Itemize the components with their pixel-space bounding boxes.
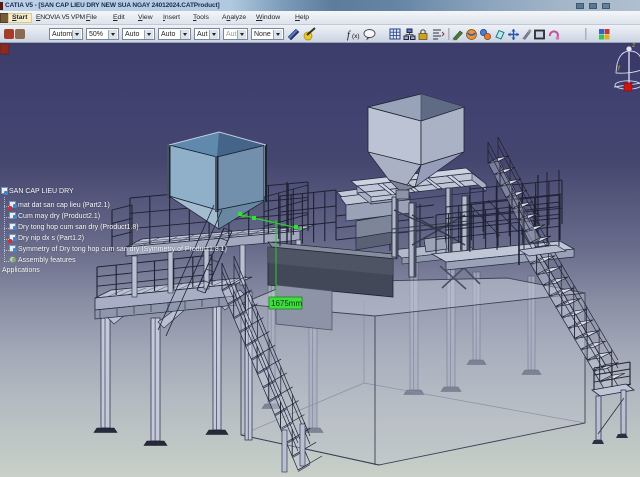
svg-text:y: y (617, 64, 621, 71)
svg-text:(x): (x) (352, 33, 360, 40)
svg-text:1675mm: 1675mm (271, 299, 302, 308)
svg-text:f: f (347, 30, 351, 41)
svg-text:z: z (632, 43, 636, 49)
